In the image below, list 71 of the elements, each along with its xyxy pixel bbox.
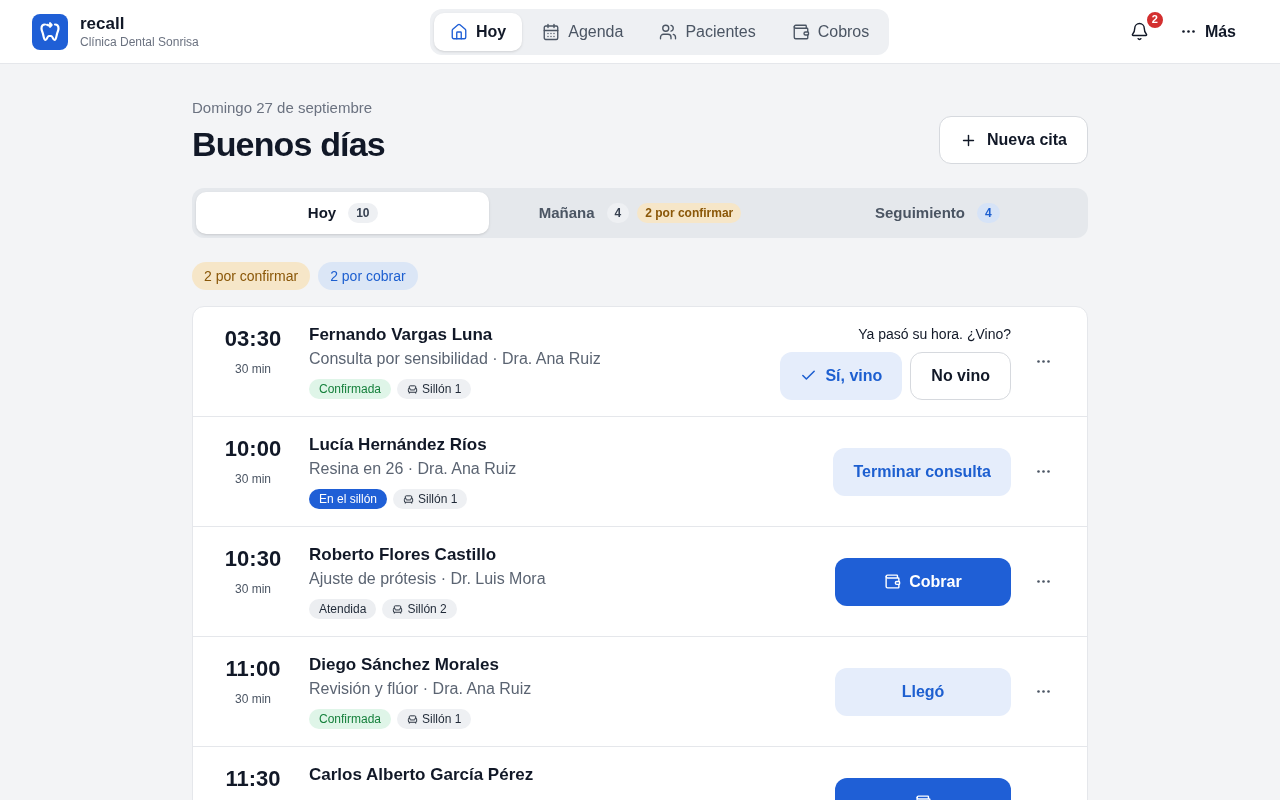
patient-name: Diego Sánchez Morales [309,654,500,676]
armchair-icon [392,603,404,615]
nav-tab[interactable]: Agenda [526,12,640,51]
ellipsis-icon [1036,580,1050,583]
ellipsis-icon [1036,690,1050,693]
ellipsis-icon [1181,30,1195,33]
calendar-icon [542,22,561,41]
tab-label: Mañana [538,202,595,223]
patient-name: Carlos Alberto García Pérez [309,764,534,786]
appointment-time: 11:30 [225,765,281,793]
appointment-detail: Ajuste de prótesis · Dr. Luis Mora [309,569,546,589]
tab-label: Seguimiento [874,202,965,223]
greeting-title: Buenos días [192,124,385,164]
count-badge: 10 [348,203,378,223]
filter-chip[interactable]: 2 por cobrar [318,262,418,290]
day-tab[interactable]: Mañana 4 2 por confirmar [493,192,787,234]
appointment-detail: Consulta por sensibilidad · Dra. Ana Ruiz [309,349,601,369]
day-tab[interactable]: Seguimiento 4 [790,192,1084,234]
new-appointment-button[interactable]: Nueva cita [938,116,1088,164]
status-badge: Confirmada [309,709,392,729]
day-tab[interactable]: Hoy 10 [196,192,490,234]
chair-badge: Sillón 2 [382,599,457,619]
nav-tab[interactable]: Pacientes [643,12,772,51]
armchair-icon [407,713,419,725]
appointment-detail: Resina en 26 · Dra. Ana Ruiz [309,459,517,479]
users-icon [659,22,678,41]
appointment-duration: 30 min [235,361,271,377]
filter-chip[interactable]: 2 por confirmar [192,262,311,290]
appointment-duration: 30 min [235,691,271,707]
appointment-detail: Revisión y flúor · Dra. Ana Ruiz [309,679,532,699]
status-badge: Confirmada [309,379,392,399]
patient-name: Roberto Flores Castillo [309,544,498,566]
nav-tab[interactable]: Hoy [434,12,523,51]
chair-badge: Sillón 1 [393,489,468,509]
status-badge: Atendida [309,599,377,619]
action-button[interactable]: Terminar consulta [833,447,1011,496]
count-badge: 4 [977,203,1000,223]
appointment-time: 10:00 [224,435,282,463]
count-badge: 2 por confirmar [637,203,742,223]
chair-badge: Sillón 1 [397,709,472,729]
confirm-button[interactable]: Sí, vino [780,351,903,400]
no-show-button[interactable]: No vino [910,351,1011,400]
more-button[interactable]: Más [1177,13,1240,50]
count-badge: 4 [606,203,630,223]
ellipsis-icon [1036,360,1050,363]
tooth-logo-icon [32,13,68,50]
chair-badge: Sillón 1 [397,379,472,399]
appointment-duration: 30 min [235,581,271,597]
wallet-icon [791,22,810,41]
appointment-time: 10:30 [224,545,282,573]
patient-name: Fernando Vargas Luna [309,324,494,346]
tab-label: Hoy [307,202,337,223]
brand-name: recall [80,13,126,35]
bell-icon [1130,22,1150,41]
house-icon [450,22,468,41]
action-button[interactable]: Llegó [835,667,1011,716]
ellipsis-icon [1036,470,1050,473]
wallet-icon [884,573,902,590]
appointment-time: 03:30 [224,325,282,353]
notification-count: 2 [1144,9,1165,30]
clinic-name: Clínica Dental Sonrisa [80,34,199,50]
appointment-time: 11:00 [225,655,281,683]
armchair-icon [403,493,415,505]
date-label: Domingo 27 de septiembre [192,98,374,118]
nav-tab[interactable]: Cobros [775,12,886,51]
attendance-prompt: Ya pasó su hora. ¿Vino? [858,324,1011,344]
patient-name: Lucía Hernández Ríos [309,434,488,456]
charge-button[interactable]: Cobrar [835,557,1011,606]
appointment-duration: 30 min [235,471,271,487]
armchair-icon [407,383,419,395]
status-badge: En el sillón [309,489,388,509]
